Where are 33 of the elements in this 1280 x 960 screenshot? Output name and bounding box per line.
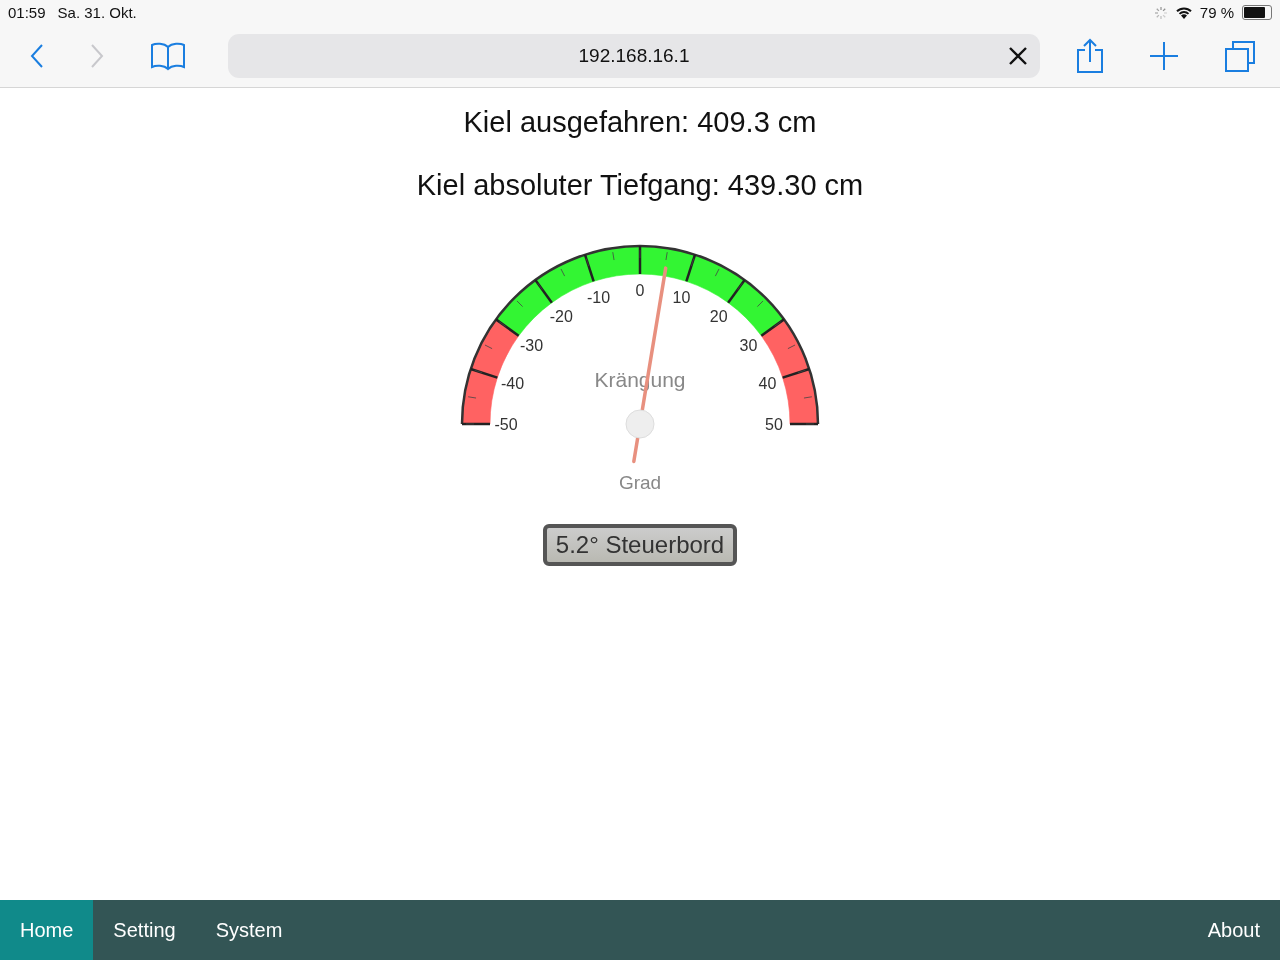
battery-icon xyxy=(1242,5,1272,20)
gauge-value-display: 5.2° Steuerbord xyxy=(543,524,737,566)
nav-tab[interactable]: System xyxy=(195,900,303,960)
back-icon xyxy=(30,43,44,69)
tick-label: -50 xyxy=(494,416,518,433)
tick-label: 20 xyxy=(709,307,728,325)
reading-text: Kiel absoluter Tiefgang: 439.30 cm xyxy=(416,169,864,202)
book-icon xyxy=(150,41,186,71)
reading-text: Kiel ausgefahren: 409.3 cm xyxy=(463,106,817,139)
battery-percent: 79 % xyxy=(1199,4,1234,21)
nav-tab[interactable]: Home xyxy=(0,900,94,960)
wifi-icon xyxy=(1173,5,1194,20)
share-icon xyxy=(1076,38,1104,74)
nav-tab[interactable]: About xyxy=(1187,900,1280,960)
plus-icon xyxy=(1150,42,1178,70)
tick-label: -10 xyxy=(587,288,611,306)
tick-label: 50 xyxy=(765,416,783,433)
activity-icon xyxy=(1153,5,1168,20)
gauge-unit: Grad xyxy=(618,472,662,493)
tick-label: -20 xyxy=(549,307,573,325)
tabs-icon xyxy=(1224,40,1256,72)
tick-label: 10 xyxy=(672,288,691,306)
nav-tab[interactable]: Setting xyxy=(93,900,196,960)
forward-icon xyxy=(90,43,104,69)
tick-label: -30 xyxy=(520,337,544,355)
tick-label: -40 xyxy=(501,374,525,392)
status-time: 01:59 xyxy=(8,4,46,21)
close-icon[interactable] xyxy=(1008,46,1028,66)
tick-label: 40 xyxy=(758,374,777,392)
tick-label: 30 xyxy=(739,337,758,355)
address-field[interactable]: 192.168.16.1 xyxy=(228,34,1040,78)
tick-label: 0 xyxy=(635,282,645,299)
status-date: Sa. 31. Okt. xyxy=(57,4,137,21)
